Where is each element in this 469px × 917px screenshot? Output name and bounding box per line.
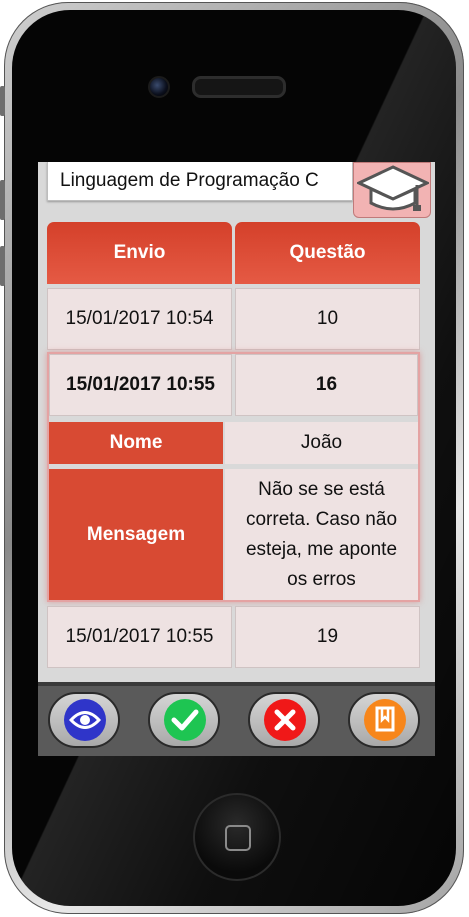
nome-label: Nome	[49, 422, 223, 464]
table-row-questao[interactable]: 19	[235, 606, 420, 668]
close-icon	[264, 699, 306, 741]
mensagem-label: Mensagem	[49, 469, 223, 600]
home-button[interactable]	[193, 793, 281, 881]
home-square-icon	[225, 825, 251, 851]
selected-row-envio[interactable]: 15/01/2017 10:55	[49, 354, 232, 416]
reject-button[interactable]	[248, 692, 320, 748]
course-title: Linguagem de Programação C	[60, 170, 319, 191]
camera-icon	[148, 76, 170, 98]
mensagem-value: Não se se está correta. Caso não esteja,…	[225, 469, 418, 600]
speaker-grille	[192, 76, 286, 98]
table-row-envio[interactable]: 15/01/2017 10:54	[47, 288, 232, 350]
nome-value: João	[225, 422, 418, 464]
book-icon	[364, 699, 406, 741]
course-button[interactable]	[353, 162, 431, 218]
app-screen: Linguagem de Programação C Envio Questão…	[38, 162, 435, 756]
graduation-cap-icon	[357, 165, 429, 211]
volume-up-button	[0, 180, 5, 220]
table-row-questao[interactable]: 10	[235, 288, 420, 350]
book-button[interactable]	[348, 692, 420, 748]
approve-button[interactable]	[148, 692, 220, 748]
action-bar	[38, 682, 435, 756]
column-header-questao[interactable]: Questão	[235, 222, 420, 284]
selected-row-questao[interactable]: 16	[235, 354, 418, 416]
check-icon	[164, 699, 206, 741]
volume-down-button	[0, 246, 5, 286]
view-button[interactable]	[48, 692, 120, 748]
table-row-envio[interactable]: 15/01/2017 10:55	[47, 606, 232, 668]
column-header-envio[interactable]: Envio	[47, 222, 232, 284]
silent-switch	[0, 86, 5, 116]
top-bar: Linguagem de Programação C	[47, 162, 433, 218]
eye-icon	[64, 699, 106, 741]
course-title-box[interactable]: Linguagem de Programação C	[47, 162, 353, 201]
